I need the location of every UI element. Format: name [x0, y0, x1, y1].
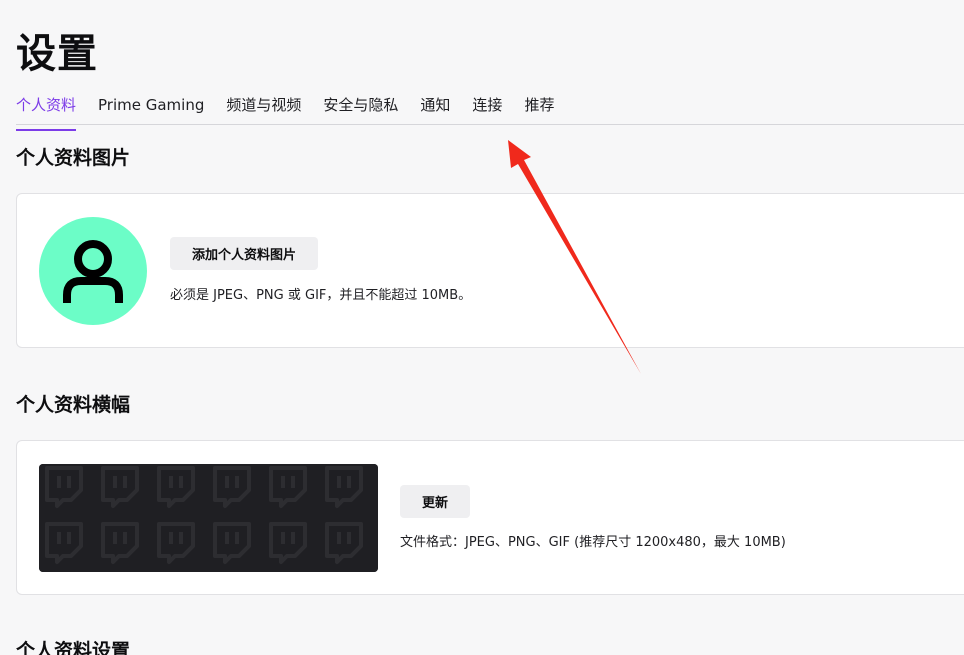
add-profile-picture-button[interactable]: 添加个人资料图片 [170, 237, 319, 270]
tab-prime-gaming[interactable]: Prime Gaming [98, 92, 204, 124]
tab-profile[interactable]: 个人资料 [16, 92, 77, 131]
tab-channel-and-videos[interactable]: 频道与视频 [226, 92, 301, 124]
page-title: 设置 [16, 31, 98, 77]
settings-page: 设置 个人资料 Prime Gaming 频道与视频 安全与隐私 通知 连接 推… [0, 0, 964, 655]
tab-recommendations[interactable]: 推荐 [524, 92, 554, 124]
tab-connections[interactable]: 连接 [472, 92, 502, 124]
profile-banner-heading: 个人资料横幅 [16, 394, 131, 416]
user-icon [63, 240, 123, 303]
profile-picture-hint: 必须是 JPEG、PNG 或 GIF，并且不能超过 10MB。 [170, 288, 472, 303]
settings-tabs: 个人资料 Prime Gaming 频道与视频 安全与隐私 通知 连接 推荐 [16, 92, 964, 131]
profile-picture-card: 添加个人资料图片 必须是 JPEG、PNG 或 GIF，并且不能超过 10MB。 [16, 193, 964, 348]
twitch-glitch-icon [39, 464, 378, 572]
tab-notifications[interactable]: 通知 [420, 92, 450, 124]
update-banner-button[interactable]: 更新 [400, 485, 471, 518]
banner-preview[interactable] [39, 464, 378, 572]
profile-picture-heading: 个人资料图片 [16, 147, 131, 169]
profile-settings-heading: 个人资料设置 [16, 640, 131, 655]
profile-banner-card: 更新 文件格式：JPEG、PNG、GIF (推荐尺寸 1200x480，最大 1… [16, 440, 964, 595]
profile-banner-hint: 文件格式：JPEG、PNG、GIF (推荐尺寸 1200x480，最大 10MB… [400, 535, 786, 550]
tab-security-and-privacy[interactable]: 安全与隐私 [323, 92, 398, 124]
avatar[interactable] [39, 217, 147, 325]
